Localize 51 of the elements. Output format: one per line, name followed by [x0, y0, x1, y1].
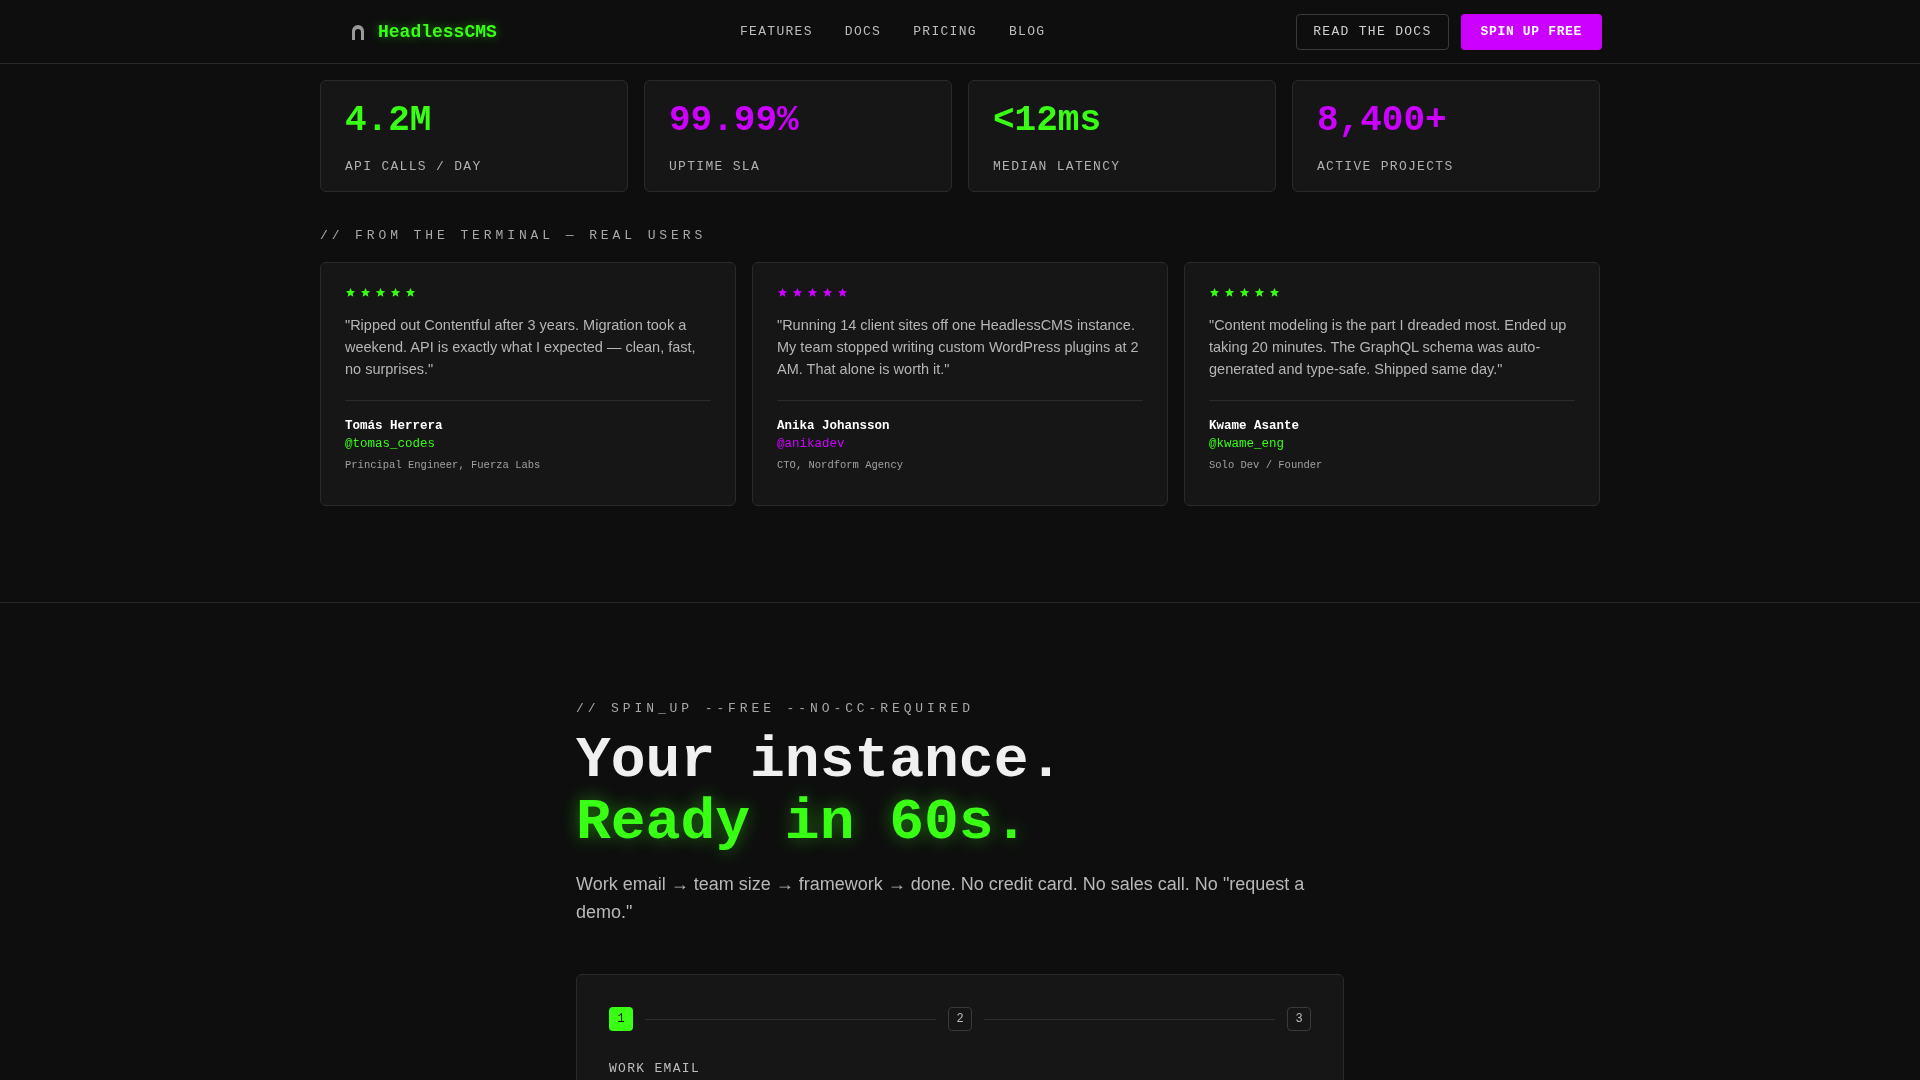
author-handle: @anikadev	[777, 436, 846, 454]
stat-label: API CALLS / DAY	[345, 158, 483, 176]
star-icon	[405, 286, 416, 298]
headline: Your instance.	[576, 730, 1064, 792]
nav-link[interactable]: BLOG	[1008, 21, 1046, 42]
testimonial-quote: "Ripped out Contentful after 3 years. Migration took a weekend. API is exactly what I expected — clean, fast, no surprises."	[345, 315, 697, 379]
nav-link[interactable]: PRICING	[913, 21, 977, 42]
field-label: WORK EMAIL	[609, 1060, 701, 1078]
stat-label: ACTIVE PROJECTS	[1317, 158, 1455, 176]
author-role: Solo Dev / Founder	[1209, 458, 1324, 473]
star-icon	[390, 286, 401, 298]
nav-link[interactable]: FEATURES	[740, 21, 813, 42]
spin-up-button[interactable]: SPIN UP FREE	[1460, 13, 1602, 50]
headline-accent: Ready in 60s.	[576, 792, 1029, 854]
star-icon	[792, 286, 803, 298]
star-icon	[777, 286, 788, 298]
author-name: Tomás Herrera	[345, 417, 444, 435]
star-icon	[1254, 286, 1265, 298]
star-icon	[837, 286, 848, 298]
star-icon	[822, 286, 833, 298]
star-icon	[1224, 286, 1235, 298]
author-name: Anika Johansson	[777, 417, 891, 435]
star-icon	[1239, 286, 1250, 298]
star-icon	[375, 286, 386, 298]
author-handle: @kwame_eng	[1209, 436, 1285, 454]
stat-value: 8,400+	[1317, 101, 1447, 141]
star-icon	[1269, 286, 1280, 298]
step-indicator[interactable]: 2	[948, 1007, 972, 1031]
stat-value: 4.2M	[345, 101, 432, 141]
stat-value: <12ms	[993, 101, 1102, 141]
star-icon	[807, 286, 818, 298]
star-icon	[345, 286, 356, 298]
testimonial-quote: "Content modeling is the part I dreaded most. Ended up taking 20 minutes. The GraphQL schema was auto-generated and type-safe. Shipped same day."	[1209, 315, 1568, 379]
author-role: Principal Engineer, Fuerza Labs	[345, 458, 542, 473]
stat-value: 99.99%	[669, 101, 799, 141]
step-indicator[interactable]: 3	[1287, 1007, 1311, 1031]
section-eyebrow: // SPIN_UP --FREE --NO-CC-REQUIRED	[576, 699, 975, 718]
section-heading: // FROM THE TERMINAL — REAL USERS	[320, 227, 708, 245]
author-name: Kwame Asante	[1209, 417, 1300, 435]
stat-label: MEDIAN LATENCY	[993, 158, 1122, 176]
nav-link[interactable]: DOCS	[844, 21, 882, 42]
author-role: CTO, Nordform Agency	[777, 458, 905, 473]
docs-button[interactable]: READ THE DOCS	[1296, 13, 1449, 50]
author-handle: @tomas_codes	[345, 436, 436, 454]
brand-logo[interactable]: HeadlessCMS	[378, 17, 497, 46]
signup-description: Work email → team size → framework → done. No credit card. No sales call. No "request a demo."	[576, 873, 1306, 924]
testimonial-quote: "Running 14 client sites off one HeadlessCMS instance. My team stopped writing custom WordPress plugins at 2 AM. That alone is worth it."	[777, 315, 1140, 379]
step-indicator[interactable]: 1	[609, 1007, 633, 1031]
star-icon	[360, 286, 371, 298]
star-icon	[1209, 286, 1220, 298]
stat-label: UPTIME SLA	[669, 158, 761, 176]
